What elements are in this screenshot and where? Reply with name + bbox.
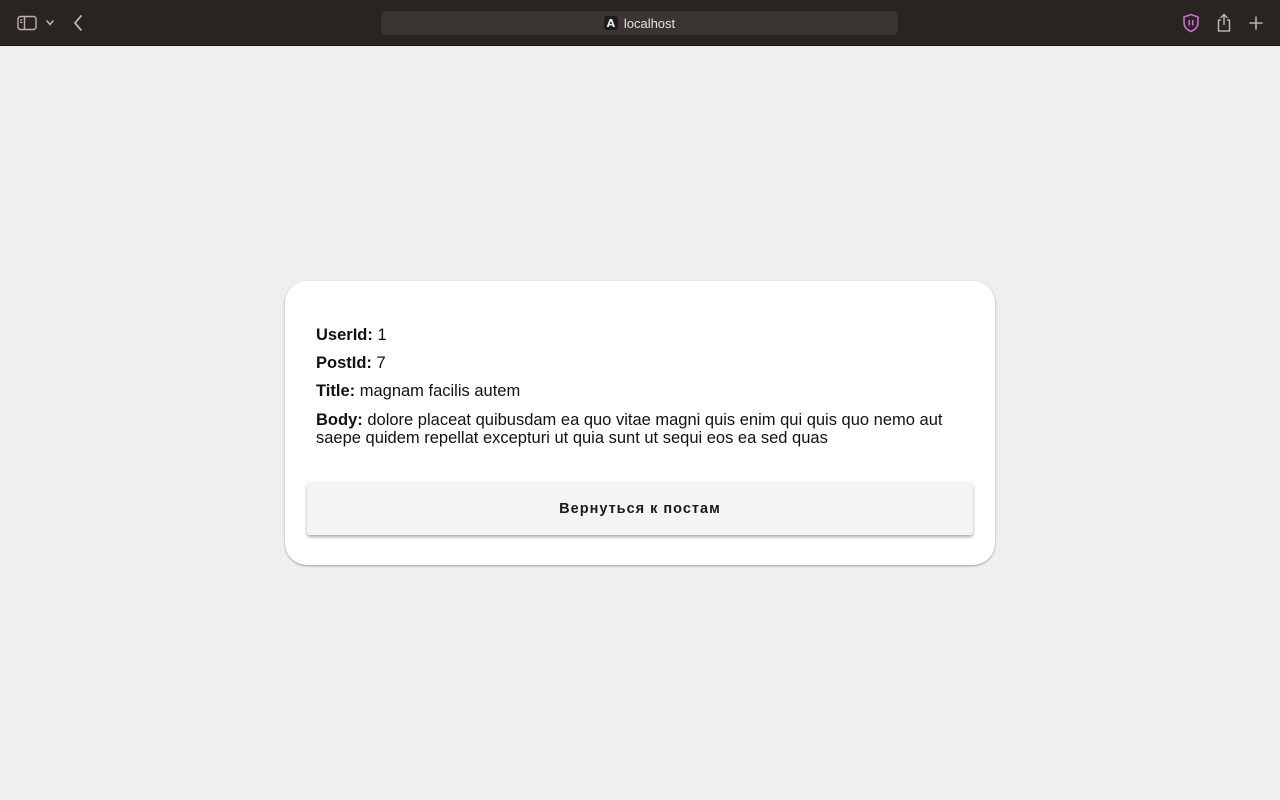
site-favicon: A — [603, 16, 618, 30]
title-value: magnam facilis autem — [359, 382, 521, 400]
post-id-row: PostId: 7 — [316, 354, 956, 372]
back-to-posts-button[interactable]: Вернуться к постам — [307, 482, 973, 535]
body-row: Body: dolore placeat quibusdam ea quo vi… — [316, 411, 956, 447]
url-text: localhost — [623, 15, 676, 31]
sidebar-icon[interactable] — [16, 12, 38, 34]
chevron-down-icon[interactable] — [43, 14, 57, 32]
title-row: Title: magnam facilis autem — [316, 382, 956, 400]
post-id-label: PostId: — [316, 354, 372, 372]
browser-toolbar: A localhost — [0, 0, 1280, 46]
user-id-label: UserId: — [316, 326, 373, 344]
shield-icon[interactable] — [1181, 12, 1201, 34]
body-value: dolore placeat quibusdam ea quo vitae ma… — [316, 411, 943, 447]
user-id-row: UserId: 1 — [316, 326, 956, 344]
back-arrow-icon[interactable] — [68, 12, 88, 34]
user-id-value: 1 — [377, 326, 387, 344]
share-icon[interactable] — [1214, 12, 1234, 34]
post-card: UserId: 1 PostId: 7 Title: magnam facili… — [285, 281, 995, 565]
title-label: Title: — [316, 382, 356, 400]
address-bar[interactable]: A localhost — [381, 11, 898, 35]
body-label: Body: — [316, 411, 363, 429]
plus-icon[interactable] — [1246, 12, 1266, 34]
post-id-value: 7 — [376, 354, 386, 372]
